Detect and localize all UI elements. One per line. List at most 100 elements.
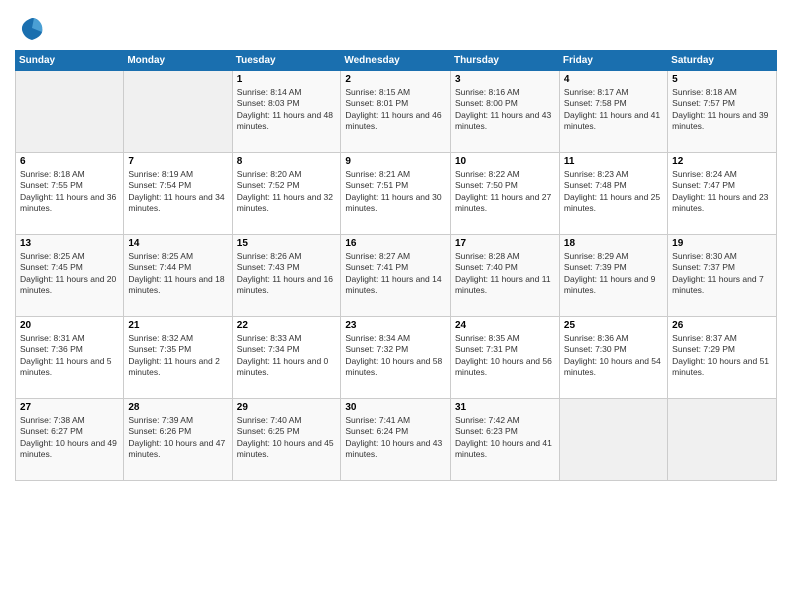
day-number: 28 <box>128 402 227 413</box>
day-number: 31 <box>455 402 555 413</box>
day-number: 30 <box>345 402 446 413</box>
day-info: Sunrise: 8:36 AM Sunset: 7:30 PM Dayligh… <box>564 333 663 379</box>
calendar-cell: 23 Sunrise: 8:34 AM Sunset: 7:32 PM Dayli… <box>341 317 451 399</box>
day-info: Sunrise: 8:28 AM Sunset: 7:40 PM Dayligh… <box>455 251 555 297</box>
day-info: Sunrise: 8:18 AM Sunset: 7:55 PM Dayligh… <box>20 169 119 215</box>
day-header-wednesday: Wednesday <box>341 51 451 71</box>
calendar-cell: 16Sunrise: 8:27 AM Sunset: 7:41 PM Dayli… <box>341 235 451 317</box>
calendar-cell: 25 Sunrise: 8:36 AM Sunset: 7:30 PM Dayli… <box>559 317 667 399</box>
day-number: 22 <box>237 320 337 331</box>
day-number: 3 <box>455 74 555 85</box>
calendar-cell: 21 Sunrise: 8:32 AM Sunset: 7:35 PM Dayli… <box>124 317 232 399</box>
day-number: 18 <box>564 238 663 249</box>
calendar-cell: 13Sunrise: 8:25 AM Sunset: 7:45 PM Dayli… <box>16 235 124 317</box>
day-info: Sunrise: 7:39 AM Sunset: 6:26 PM Dayligh… <box>128 415 227 461</box>
day-number: 7 <box>128 156 227 167</box>
day-info: Sunrise: 8:34 AM Sunset: 7:32 PM Dayligh… <box>345 333 446 379</box>
calendar-cell: 22 Sunrise: 8:33 AM Sunset: 7:34 PM Dayli… <box>232 317 341 399</box>
day-number: 2 <box>345 74 446 85</box>
day-info: Sunrise: 8:16 AM Sunset: 8:00 PM Dayligh… <box>455 87 555 133</box>
day-info: Sunrise: 8:22 AM Sunset: 7:50 PM Dayligh… <box>455 169 555 215</box>
calendar-cell: 6Sunrise: 8:18 AM Sunset: 7:55 PM Daylig… <box>16 153 124 235</box>
day-number: 26 <box>672 320 772 331</box>
calendar-cell: 24 Sunrise: 8:35 AM Sunset: 7:31 PM Dayli… <box>450 317 559 399</box>
calendar-cell: 30 Sunrise: 7:41 AM Sunset: 6:24 PM Dayli… <box>341 399 451 481</box>
day-info: Sunrise: 7:41 AM Sunset: 6:24 PM Dayligh… <box>345 415 446 461</box>
day-number: 11 <box>564 156 663 167</box>
day-info: Sunrise: 8:29 AM Sunset: 7:39 PM Dayligh… <box>564 251 663 297</box>
calendar-cell: 31 Sunrise: 7:42 AM Sunset: 6:23 PM Dayli… <box>450 399 559 481</box>
calendar-cell <box>668 399 777 481</box>
day-number: 15 <box>237 238 337 249</box>
day-info: Sunrise: 8:30 AM Sunset: 7:37 PM Dayligh… <box>672 251 772 297</box>
day-info: Sunrise: 8:20 AM Sunset: 7:52 PM Dayligh… <box>237 169 337 215</box>
day-info: Sunrise: 8:17 AM Sunset: 7:58 PM Dayligh… <box>564 87 663 133</box>
calendar-cell: 8 Sunrise: 8:20 AM Sunset: 7:52 PM Daylig… <box>232 153 341 235</box>
day-header-sunday: Sunday <box>16 51 124 71</box>
day-number: 25 <box>564 320 663 331</box>
calendar-cell: 17 Sunrise: 8:28 AM Sunset: 7:40 PM Dayli… <box>450 235 559 317</box>
logo <box>15 14 46 42</box>
calendar-header: SundayMondayTuesdayWednesdayThursdayFrid… <box>16 51 777 71</box>
day-number: 29 <box>237 402 337 413</box>
day-header-monday: Monday <box>124 51 232 71</box>
day-header-saturday: Saturday <box>668 51 777 71</box>
calendar-cell: 4 Sunrise: 8:17 AM Sunset: 7:58 PM Daylig… <box>559 71 667 153</box>
day-info: Sunrise: 8:18 AM Sunset: 7:57 PM Dayligh… <box>672 87 772 133</box>
calendar-cell: 9Sunrise: 8:21 AM Sunset: 7:51 PM Daylig… <box>341 153 451 235</box>
day-info: Sunrise: 8:33 AM Sunset: 7:34 PM Dayligh… <box>237 333 337 379</box>
day-info: Sunrise: 8:19 AM Sunset: 7:54 PM Dayligh… <box>128 169 227 215</box>
calendar-cell: 1Sunrise: 8:14 AM Sunset: 8:03 PM Daylig… <box>232 71 341 153</box>
calendar-cell: 14 Sunrise: 8:25 AM Sunset: 7:44 PM Dayli… <box>124 235 232 317</box>
day-info: Sunrise: 7:42 AM Sunset: 6:23 PM Dayligh… <box>455 415 555 461</box>
week-row-5: 27Sunrise: 7:38 AM Sunset: 6:27 PM Dayli… <box>16 399 777 481</box>
day-number: 5 <box>672 74 772 85</box>
calendar-cell: 19 Sunrise: 8:30 AM Sunset: 7:37 PM Dayli… <box>668 235 777 317</box>
calendar-cell: 11 Sunrise: 8:23 AM Sunset: 7:48 PM Dayli… <box>559 153 667 235</box>
calendar-cell: 12 Sunrise: 8:24 AM Sunset: 7:47 PM Dayli… <box>668 153 777 235</box>
calendar-cell: 15 Sunrise: 8:26 AM Sunset: 7:43 PM Dayli… <box>232 235 341 317</box>
day-info: Sunrise: 8:15 AM Sunset: 8:01 PM Dayligh… <box>345 87 446 133</box>
calendar-cell: 5 Sunrise: 8:18 AM Sunset: 7:57 PM Daylig… <box>668 71 777 153</box>
calendar-cell <box>16 71 124 153</box>
day-info: Sunrise: 8:23 AM Sunset: 7:48 PM Dayligh… <box>564 169 663 215</box>
day-header-tuesday: Tuesday <box>232 51 341 71</box>
calendar-page: SundayMondayTuesdayWednesdayThursdayFrid… <box>0 0 792 612</box>
calendar-cell: 3 Sunrise: 8:16 AM Sunset: 8:00 PM Daylig… <box>450 71 559 153</box>
day-number: 13 <box>20 238 119 249</box>
day-info: Sunrise: 8:35 AM Sunset: 7:31 PM Dayligh… <box>455 333 555 379</box>
day-number: 12 <box>672 156 772 167</box>
day-info: Sunrise: 8:26 AM Sunset: 7:43 PM Dayligh… <box>237 251 337 297</box>
calendar-cell: 29 Sunrise: 7:40 AM Sunset: 6:25 PM Dayli… <box>232 399 341 481</box>
day-info: Sunrise: 7:40 AM Sunset: 6:25 PM Dayligh… <box>237 415 337 461</box>
header-row: SundayMondayTuesdayWednesdayThursdayFrid… <box>16 51 777 71</box>
logo-icon <box>18 14 46 42</box>
calendar-cell: 18 Sunrise: 8:29 AM Sunset: 7:39 PM Dayli… <box>559 235 667 317</box>
week-row-4: 20Sunrise: 8:31 AM Sunset: 7:36 PM Dayli… <box>16 317 777 399</box>
day-info: Sunrise: 8:24 AM Sunset: 7:47 PM Dayligh… <box>672 169 772 215</box>
calendar-table: SundayMondayTuesdayWednesdayThursdayFrid… <box>15 50 777 481</box>
calendar-cell: 28 Sunrise: 7:39 AM Sunset: 6:26 PM Dayli… <box>124 399 232 481</box>
day-number: 27 <box>20 402 119 413</box>
day-number: 8 <box>237 156 337 167</box>
calendar-body: 1Sunrise: 8:14 AM Sunset: 8:03 PM Daylig… <box>16 71 777 481</box>
day-info: Sunrise: 8:25 AM Sunset: 7:44 PM Dayligh… <box>128 251 227 297</box>
calendar-cell <box>559 399 667 481</box>
day-number: 21 <box>128 320 227 331</box>
day-number: 23 <box>345 320 446 331</box>
calendar-cell: 2 Sunrise: 8:15 AM Sunset: 8:01 PM Daylig… <box>341 71 451 153</box>
day-info: Sunrise: 8:27 AM Sunset: 7:41 PM Dayligh… <box>345 251 446 297</box>
day-info: Sunrise: 8:32 AM Sunset: 7:35 PM Dayligh… <box>128 333 227 379</box>
day-info: Sunrise: 8:37 AM Sunset: 7:29 PM Dayligh… <box>672 333 772 379</box>
week-row-3: 13Sunrise: 8:25 AM Sunset: 7:45 PM Dayli… <box>16 235 777 317</box>
day-number: 1 <box>237 74 337 85</box>
calendar-cell: 27Sunrise: 7:38 AM Sunset: 6:27 PM Dayli… <box>16 399 124 481</box>
day-header-thursday: Thursday <box>450 51 559 71</box>
day-number: 20 <box>20 320 119 331</box>
day-number: 4 <box>564 74 663 85</box>
day-number: 24 <box>455 320 555 331</box>
day-info: Sunrise: 8:21 AM Sunset: 7:51 PM Dayligh… <box>345 169 446 215</box>
day-number: 14 <box>128 238 227 249</box>
day-number: 19 <box>672 238 772 249</box>
day-number: 17 <box>455 238 555 249</box>
